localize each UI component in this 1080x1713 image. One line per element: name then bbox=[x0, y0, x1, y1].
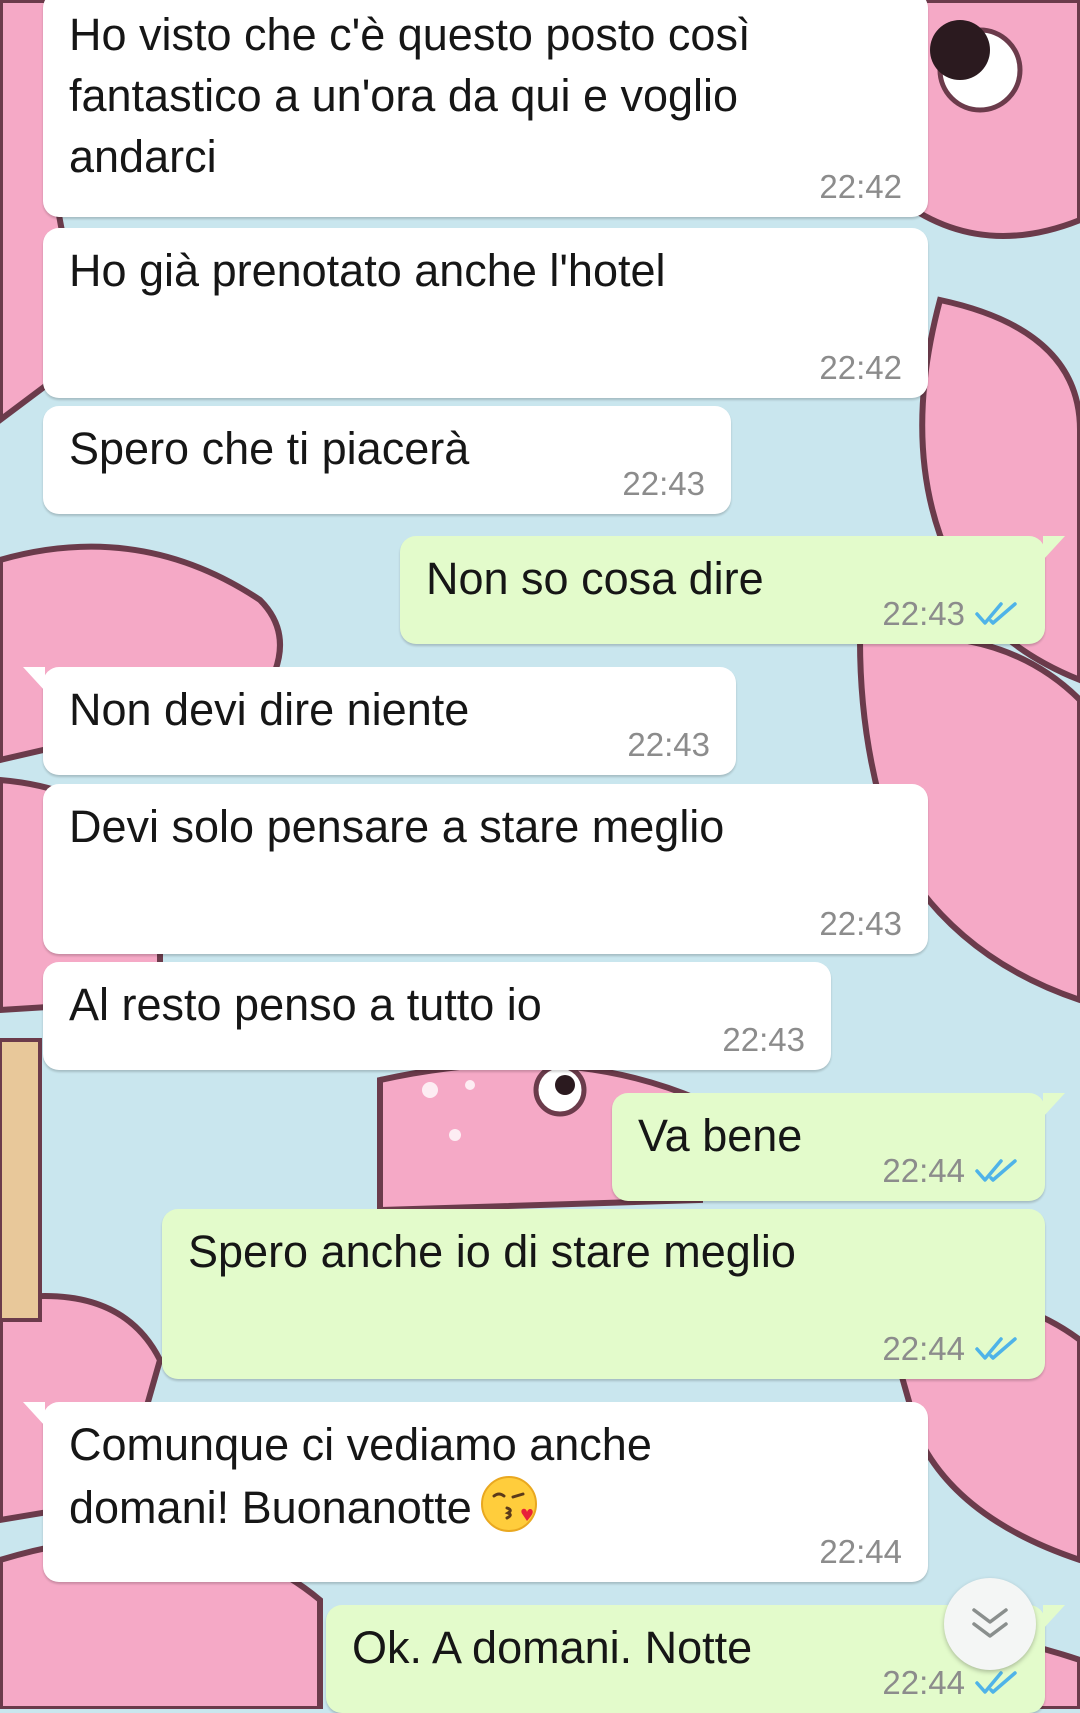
message-bubble-outgoing[interactable]: Spero anche io di stare meglio 22:44 bbox=[162, 1209, 1045, 1379]
message-meta: 22:43 bbox=[622, 466, 705, 502]
message-text: Devi solo pensare a stare meglio bbox=[69, 801, 725, 852]
message-text-content: Comunque ci vediamo anche domani! Buonan… bbox=[69, 1419, 652, 1533]
message-text: Spero che ti piacerà bbox=[69, 423, 470, 474]
message-meta: 22:43 bbox=[882, 596, 1019, 632]
message-text: Al resto penso a tutto io bbox=[69, 979, 542, 1030]
message-timestamp: 22:43 bbox=[722, 1021, 805, 1058]
message-timestamp: 22:43 bbox=[882, 595, 965, 632]
message-timestamp: 22:44 bbox=[819, 1533, 902, 1570]
message-bubble-incoming[interactable]: Ho già prenotato anche l'hotel 22:42 bbox=[43, 228, 928, 398]
face-blowing-kiss-emoji bbox=[480, 1475, 538, 1533]
message-bubble-incoming[interactable]: Non devi dire niente 22:43 bbox=[23, 667, 736, 775]
message-bubble-incoming[interactable]: Al resto penso a tutto io 22:43 bbox=[43, 962, 831, 1070]
message-timestamp: 22:42 bbox=[819, 349, 902, 386]
message-meta: 22:42 bbox=[819, 350, 902, 386]
message-timestamp: 22:44 bbox=[882, 1664, 965, 1701]
message-meta: 22:44 bbox=[819, 1534, 902, 1570]
double-check-icon bbox=[975, 1159, 1017, 1182]
message-meta: 22:44 bbox=[882, 1331, 1019, 1367]
message-text: Spero anche io di stare meglio bbox=[188, 1226, 796, 1277]
message-timestamp: 22:42 bbox=[819, 168, 902, 205]
message-timestamp: 22:43 bbox=[627, 726, 710, 763]
message-bubble-incoming[interactable]: Spero che ti piacerà 22:43 bbox=[43, 406, 731, 514]
message-meta: 22:43 bbox=[627, 727, 710, 763]
message-meta: 22:44 bbox=[882, 1153, 1019, 1189]
double-chevron-down-icon bbox=[972, 1608, 1008, 1638]
message-meta: 22:43 bbox=[819, 906, 902, 942]
message-bubble-outgoing[interactable]: Non so cosa dire 22:43 bbox=[400, 536, 1065, 644]
message-text: Non devi dire niente bbox=[69, 684, 470, 735]
double-check-icon bbox=[975, 602, 1017, 625]
message-meta: 22:43 bbox=[722, 1022, 805, 1058]
message-text: Ho già prenotato anche l'hotel bbox=[69, 245, 666, 296]
message-text: Ho visto che c'è questo posto così fanta… bbox=[69, 9, 751, 182]
message-meta: 22:42 bbox=[819, 169, 902, 205]
message-bubble-incoming[interactable]: Comunque ci vediamo anche domani! Buonan… bbox=[23, 1402, 928, 1582]
scroll-to-bottom-button[interactable] bbox=[944, 1578, 1036, 1670]
message-timestamp: 22:43 bbox=[819, 905, 902, 942]
double-check-icon bbox=[975, 1337, 1017, 1360]
message-timestamp: 22:43 bbox=[622, 465, 705, 502]
message-bubble-incoming[interactable]: Ho visto che c'è questo posto così fanta… bbox=[43, 0, 928, 217]
message-timestamp: 22:44 bbox=[882, 1330, 965, 1367]
message-bubble-outgoing[interactable]: Ok. A domani. Notte 22:44 bbox=[326, 1605, 1065, 1713]
message-bubble-incoming[interactable]: Devi solo pensare a stare meglio 22:43 bbox=[43, 784, 928, 954]
message-timestamp: 22:44 bbox=[882, 1152, 965, 1189]
message-meta: 22:44 bbox=[882, 1665, 1019, 1701]
message-bubble-outgoing[interactable]: Va bene 22:44 bbox=[612, 1093, 1065, 1201]
message-text: Comunque ci vediamo anche domani! Buonan… bbox=[69, 1414, 902, 1538]
double-check-icon bbox=[975, 1671, 1017, 1694]
